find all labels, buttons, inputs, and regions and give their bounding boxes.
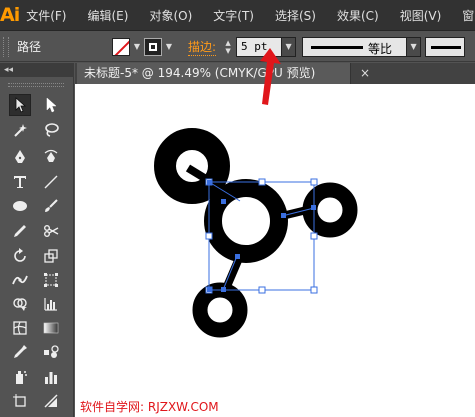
anchor-point[interactable] — [207, 287, 212, 292]
anchor-point[interactable] — [207, 180, 212, 185]
scale-icon[interactable] — [40, 245, 62, 267]
shape-builder-icon[interactable] — [9, 293, 31, 315]
mesh-icon[interactable] — [9, 317, 31, 339]
width-icon[interactable] — [9, 269, 31, 291]
slice-icon[interactable] — [40, 390, 62, 412]
artwork — [154, 128, 358, 338]
stroke-weight-dropdown-icon[interactable]: ▼ — [282, 36, 297, 57]
profile-dropdown-icon[interactable]: ▼ — [407, 36, 422, 57]
line-icon[interactable] — [40, 171, 62, 193]
anchor-point[interactable] — [235, 254, 240, 259]
bbox-handle[interactable] — [310, 286, 318, 294]
stroke-label[interactable]: 描边: — [188, 38, 217, 56]
spin-up-icon[interactable]: ▲ — [225, 39, 230, 47]
profile-line-icon — [311, 45, 364, 49]
app-logo: Ai — [0, 4, 20, 26]
bbox-handle[interactable] — [205, 232, 213, 240]
type-icon[interactable] — [9, 171, 31, 193]
fill-dropdown-icon[interactable]: ▼ — [130, 38, 144, 56]
anchor-point[interactable] — [221, 199, 226, 204]
watermark: 软件自学网: RJZXW.COM — [80, 400, 219, 414]
menu-edit[interactable]: 编辑(E) — [88, 7, 129, 24]
bbox-handle[interactable] — [258, 178, 266, 186]
bbox-handle[interactable] — [310, 178, 318, 186]
direct-selection-tool-icon[interactable] — [40, 94, 62, 116]
molecule-shape[interactable] — [154, 128, 358, 338]
tools-panel — [0, 77, 74, 417]
no-fill-slash-icon — [113, 38, 129, 55]
gradient-icon[interactable] — [40, 317, 62, 339]
ring-bottom[interactable] — [192, 282, 248, 338]
pencil-icon[interactable] — [9, 220, 31, 242]
symbol-sprayer-icon[interactable] — [9, 366, 31, 388]
menu-effect[interactable]: 效果(C) — [337, 7, 379, 24]
selection-tool-icon[interactable] — [9, 94, 31, 116]
blend-icon[interactable] — [40, 341, 62, 363]
control-bar: 路径 ▼ ▼ 描边: ▲ ▼ 5 pt ▼ 等比 ▼ — [0, 32, 475, 62]
brush-definition[interactable] — [425, 36, 466, 57]
scissors-icon[interactable] — [40, 220, 62, 242]
artboard-canvas[interactable] — [75, 84, 475, 417]
anchor-point[interactable] — [311, 205, 316, 210]
ring-center[interactable] — [204, 179, 288, 263]
chart-icon[interactable] — [40, 293, 62, 315]
bbox-handle[interactable] — [310, 232, 318, 240]
free-transform-icon[interactable] — [40, 269, 62, 291]
bbox-handle[interactable] — [258, 286, 266, 294]
menu-view[interactable]: 视图(V) — [400, 7, 442, 24]
ellipse-icon[interactable] — [9, 195, 31, 217]
menu-bar: Ai 文件(F) 编辑(E) 对象(O) 文字(T) 选择(S) 效果(C) 视… — [0, 0, 475, 31]
eyedropper-icon[interactable] — [9, 341, 31, 363]
anchor-point[interactable] — [281, 213, 286, 218]
annotation-arrow-icon — [260, 48, 281, 105]
menu-object[interactable]: 对象(O) — [149, 7, 192, 24]
lasso-icon[interactable] — [40, 119, 62, 141]
tools-grip[interactable] — [8, 83, 64, 87]
menu-select[interactable]: 选择(S) — [275, 7, 316, 24]
panel-grip[interactable] — [3, 36, 9, 57]
spin-down-icon[interactable]: ▼ — [225, 47, 230, 55]
close-tab-icon[interactable]: × — [360, 63, 370, 84]
selection-type-label: 路径 — [17, 40, 42, 54]
stroke-weight-spinner[interactable]: ▲ ▼ — [222, 37, 234, 57]
curvature-icon[interactable] — [40, 146, 62, 168]
paintbrush-icon[interactable] — [40, 195, 62, 217]
document-tab[interactable]: 未标题-5* @ 194.49% (CMYK/GPU 预览) × — [77, 63, 370, 84]
magic-wand-icon[interactable] — [9, 119, 31, 141]
profile-label: 等比 — [368, 41, 393, 56]
artboard-icon[interactable] — [9, 390, 31, 412]
brush-line-icon — [431, 45, 462, 49]
menu-window[interactable]: 窗口 — [462, 7, 475, 24]
anchor-point[interactable] — [221, 287, 226, 292]
menu-type[interactable]: 文字(T) — [213, 7, 254, 24]
fill-swatch[interactable] — [112, 37, 130, 56]
variable-width-profile[interactable]: 等比 — [302, 36, 408, 57]
rotate-icon[interactable] — [9, 245, 31, 267]
tools-panel-header[interactable]: ◂◂ — [0, 63, 74, 77]
stroke-square-icon — [149, 42, 157, 51]
stroke-dropdown-icon[interactable]: ▼ — [162, 38, 176, 56]
pen-icon[interactable] — [9, 146, 31, 168]
stroke-swatch[interactable] — [144, 37, 162, 56]
menu-file[interactable]: 文件(F) — [26, 7, 66, 24]
column-graph-icon[interactable] — [40, 366, 62, 388]
